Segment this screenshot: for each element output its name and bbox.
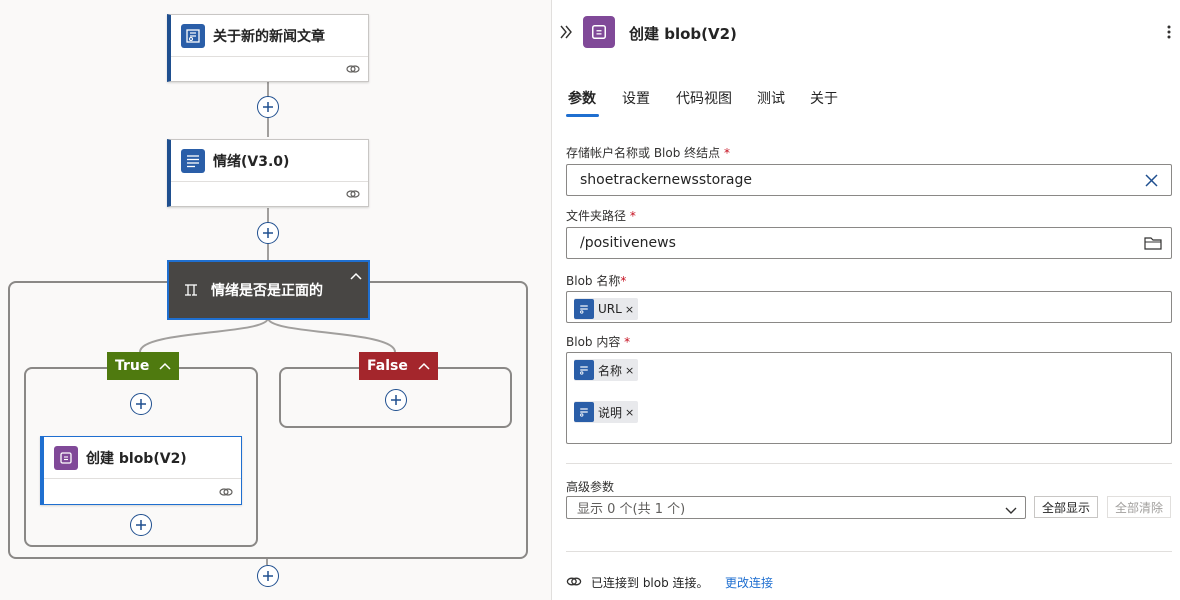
create-blob-card[interactable]: 创建 blob(V2)	[40, 436, 242, 505]
storage-field[interactable]: shoetrackernewsstorage	[566, 164, 1172, 196]
close-icon[interactable]	[1145, 174, 1158, 191]
blob-name-field[interactable]: URL ×	[566, 291, 1172, 323]
chevron-down-icon	[1005, 504, 1017, 519]
plus-icon	[263, 571, 273, 581]
condition-icon	[183, 282, 199, 298]
false-branch-label[interactable]: False	[359, 352, 438, 380]
more-options-icon[interactable]	[1167, 24, 1171, 44]
storage-value: shoetrackernewsstorage	[580, 172, 753, 188]
add-false-step-button[interactable]	[385, 389, 407, 411]
tab-about[interactable]: 关于	[810, 88, 838, 108]
chevron-up-icon	[418, 362, 430, 370]
storage-label: 存储帐户名称或 Blob 终结点 *	[566, 146, 730, 160]
blob-content-field[interactable]: 名称 × 说明 ×	[566, 352, 1172, 444]
add-true-step-button[interactable]	[130, 393, 152, 415]
remove-token-icon[interactable]: ×	[625, 406, 634, 419]
change-connection-link[interactable]: 更改连接	[725, 574, 773, 591]
add-step-button[interactable]	[257, 565, 279, 587]
true-branch-label[interactable]: True	[107, 352, 180, 380]
rss-icon	[574, 299, 594, 319]
tab-settings[interactable]: 设置	[622, 88, 650, 108]
advanced-label: 高级参数	[566, 480, 615, 494]
blob-storage-icon	[583, 16, 615, 48]
tab-test[interactable]: 测试	[757, 88, 785, 108]
add-true-step-button[interactable]	[130, 514, 152, 536]
rss-icon	[574, 360, 594, 380]
plus-icon	[136, 520, 146, 530]
divider	[566, 463, 1172, 464]
plus-icon	[391, 395, 401, 405]
folder-value: /positivenews	[580, 235, 676, 251]
advanced-select[interactable]: 显示 0 个(共 1 个)	[566, 496, 1026, 519]
blob-content-label: Blob 内容 *	[566, 335, 631, 349]
remove-token-icon[interactable]: ×	[625, 364, 634, 377]
clear-all-button[interactable]: 全部清除	[1107, 496, 1171, 518]
chevron-up-icon	[159, 362, 171, 370]
link-icon	[566, 576, 582, 591]
rss-icon	[574, 402, 594, 422]
remove-token-icon[interactable]: ×	[625, 303, 634, 316]
collapse-panel-icon[interactable]	[560, 25, 572, 43]
folder-icon[interactable]	[1144, 236, 1162, 254]
show-all-button[interactable]: 全部显示	[1034, 496, 1098, 518]
folder-field[interactable]: /positivenews	[566, 227, 1172, 259]
chevron-up-icon[interactable]	[350, 268, 362, 284]
link-icon	[219, 486, 233, 501]
blob-storage-icon	[54, 445, 78, 470]
dynamic-token[interactable]: 名称 ×	[574, 359, 639, 381]
dynamic-token[interactable]: 说明 ×	[574, 401, 639, 423]
condition-title: 情绪是否是正面的	[211, 283, 323, 299]
tab-code-view[interactable]: 代码视图	[676, 88, 732, 108]
divider	[566, 551, 1172, 552]
condition-card[interactable]: 情绪是否是正面的	[167, 260, 370, 320]
create-blob-title: 创建 blob(V2)	[86, 450, 187, 467]
blob-name-label: Blob 名称*	[566, 274, 627, 288]
folder-label: 文件夹路径 *	[566, 209, 636, 223]
workflow-canvas: 关于新的新闻文章 情绪(V3.0) 情绪是否是正面的 True False 创建…	[0, 0, 551, 600]
plus-icon	[136, 399, 146, 409]
tab-parameters[interactable]: 参数	[568, 88, 596, 108]
active-tab-indicator	[566, 114, 599, 117]
dynamic-token[interactable]: URL ×	[574, 298, 639, 320]
panel-title: 创建 blob(V2)	[629, 25, 737, 43]
connection-status: 已连接到 blob 连接。	[591, 576, 709, 590]
